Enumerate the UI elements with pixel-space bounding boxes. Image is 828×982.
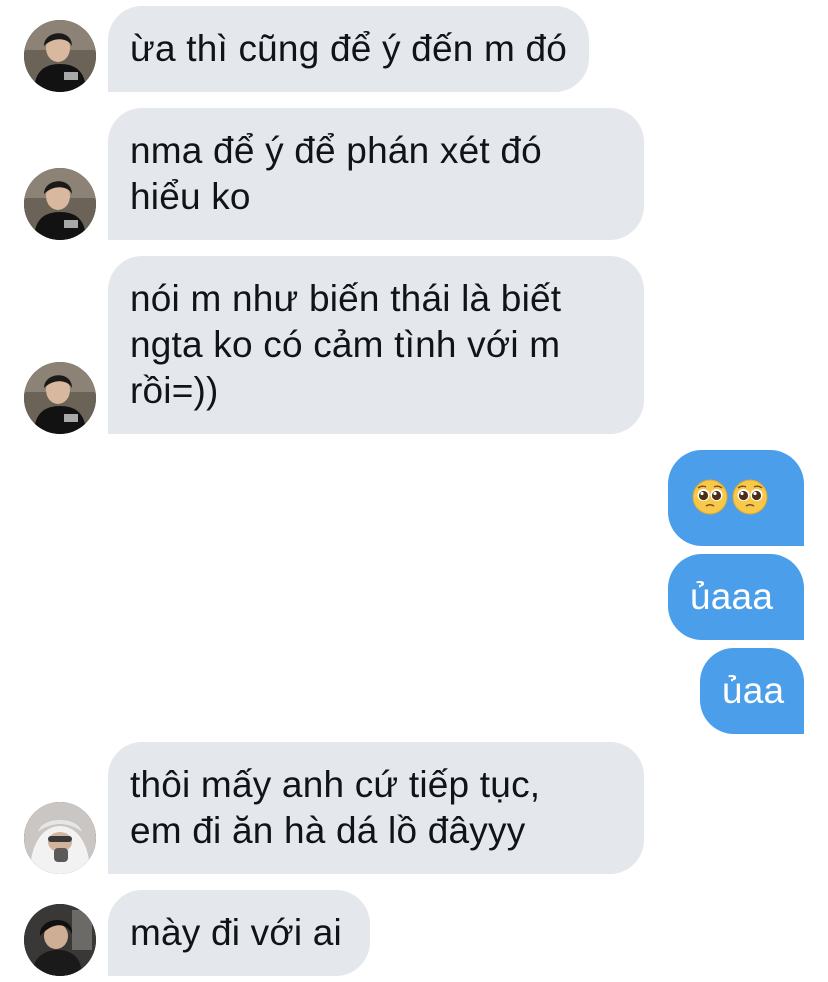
pleading-face-emoji-icon: [692, 479, 728, 515]
incoming-message-bubble[interactable]: mày đi với ai: [108, 890, 370, 976]
outgoing-message-bubble[interactable]: [668, 450, 804, 546]
message-text-line: nma để ý để phán xét đó: [130, 130, 542, 171]
avatar-boy-black-hoodie-icon: [24, 362, 96, 434]
message-text-line: nói m như biến thái là biết: [130, 278, 562, 319]
message-text-line: ngta ko có cảm tình với m: [130, 324, 561, 365]
message-text-line: thôi mấy anh cứ tiếp tục,: [130, 764, 541, 805]
message-text: mày đi với ai: [130, 912, 342, 953]
message-text: ừa thì cũng để ý đến m đó: [130, 28, 568, 69]
avatar-boy-black-hoodie-icon: [24, 168, 96, 240]
message-text: ủaaa: [690, 576, 774, 617]
sender-avatar[interactable]: [24, 904, 96, 976]
message-text: ủaa: [722, 670, 785, 711]
sender-avatar[interactable]: [24, 20, 96, 92]
message-text-line: rồi=)): [130, 370, 219, 411]
incoming-message-bubble[interactable]: ừa thì cũng để ý đến m đó: [108, 6, 590, 92]
message-text-line: hiểu ko: [130, 176, 251, 217]
avatar-dark-hair-person-icon: [24, 904, 96, 976]
avatar-white-hoodie-person-icon: [24, 802, 96, 874]
outgoing-message-bubble[interactable]: ủaa: [700, 648, 804, 734]
sender-avatar[interactable]: [24, 168, 96, 240]
sender-avatar[interactable]: [24, 362, 96, 434]
sender-avatar[interactable]: [24, 802, 96, 874]
pleading-face-emoji-icon: [732, 479, 768, 515]
avatar-boy-black-hoodie-icon: [24, 20, 96, 92]
message-text-line: em đi ăn hà dá lồ đâyyy: [130, 810, 526, 851]
incoming-message-bubble[interactable]: thôi mấy anh cứ tiếp tục, em đi ăn hà dá…: [108, 742, 644, 874]
incoming-message-bubble[interactable]: nma để ý để phán xét đó hiểu ko: [108, 108, 644, 240]
incoming-message-bubble[interactable]: nói m như biến thái là biết ngta ko có c…: [108, 256, 644, 434]
outgoing-message-bubble[interactable]: ủaaa: [668, 554, 804, 640]
